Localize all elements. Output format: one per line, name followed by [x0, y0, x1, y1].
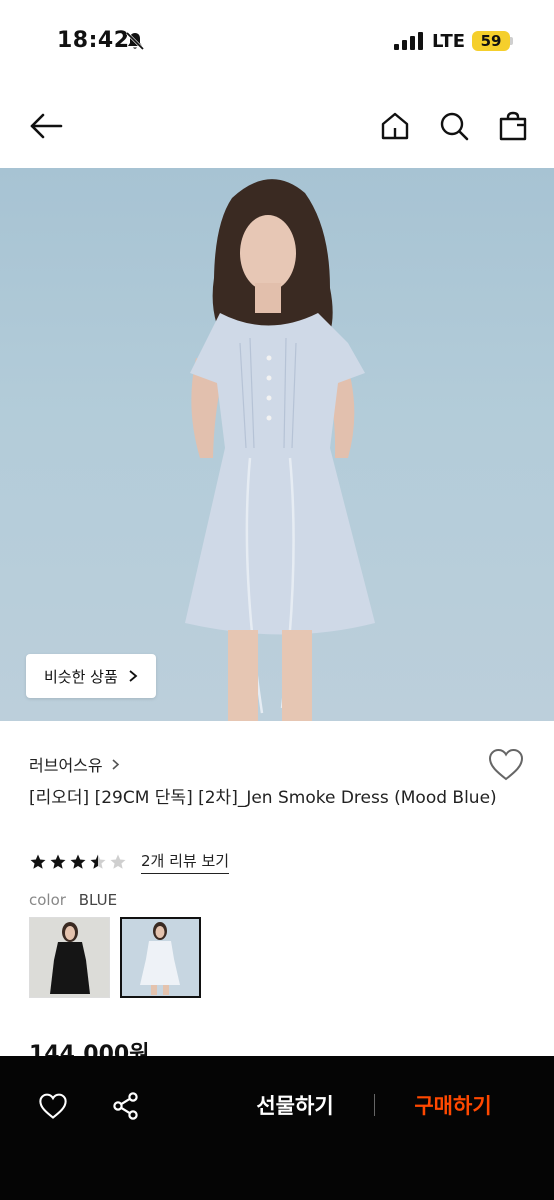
top-nav [0, 84, 554, 168]
bottom-divider [374, 1094, 375, 1116]
status-bar: 18:42 LTE 59 [0, 0, 554, 84]
swatch-black[interactable] [29, 917, 110, 998]
color-swatches [29, 917, 201, 998]
rating-stars [29, 853, 127, 871]
signal-icon [394, 32, 424, 54]
bottom-action-bar: 선물하기 구매하기 [0, 1056, 554, 1200]
color-label: color [29, 891, 66, 909]
network-label: LTE [432, 31, 466, 52]
gift-button[interactable]: 선물하기 [240, 1086, 350, 1126]
heart-icon [39, 1093, 67, 1119]
battery-indicator: 59 [472, 31, 510, 51]
share-button[interactable] [106, 1086, 146, 1126]
chevron-right-icon [112, 758, 119, 770]
status-time: 18:42 [57, 28, 130, 53]
rating-row: 2개 리뷰 보기 [29, 850, 230, 874]
battery-tip [510, 37, 513, 45]
home-button[interactable] [373, 104, 417, 148]
heart-icon [488, 748, 524, 781]
model-illustration [185, 179, 375, 721]
chevron-right-icon [129, 670, 138, 682]
shopping-bag-icon [499, 111, 527, 141]
swatch-black-image [50, 922, 90, 994]
star-icon [70, 854, 86, 869]
brand-link[interactable]: 러브어스유 [29, 752, 120, 776]
home-icon [381, 112, 409, 140]
bottom-wishlist-button[interactable] [33, 1086, 73, 1126]
product-title: [리오더] [29CM 단독] [2차]_Jen Smoke Dress (Mo… [29, 788, 497, 808]
star-icon [50, 854, 66, 869]
wishlist-button[interactable] [487, 748, 525, 784]
search-button[interactable] [432, 104, 476, 148]
swatch-blue[interactable] [120, 917, 201, 998]
product-image[interactable]: 비슷한 상품 [0, 168, 554, 721]
arrow-left-icon [30, 113, 63, 139]
color-value: BLUE [78, 891, 118, 909]
swatch-blue-image [140, 922, 180, 995]
search-icon [440, 112, 469, 141]
bell-muted-icon [124, 30, 146, 56]
star-half-icon [90, 854, 106, 869]
brand-name: 러브어스유 [29, 756, 103, 775]
similar-products-label: 비슷한 상품 [44, 667, 118, 686]
share-icon [113, 1092, 138, 1120]
star-empty-icon [110, 854, 126, 869]
review-link[interactable]: 2개 리뷰 보기 [141, 850, 230, 874]
star-icon [30, 854, 46, 869]
similar-products-button[interactable]: 비슷한 상품 [26, 654, 156, 698]
cart-button[interactable] [491, 104, 535, 148]
back-button[interactable] [24, 104, 68, 148]
buy-button[interactable]: 구매하기 [398, 1086, 508, 1126]
color-row: color BLUE [29, 891, 117, 909]
